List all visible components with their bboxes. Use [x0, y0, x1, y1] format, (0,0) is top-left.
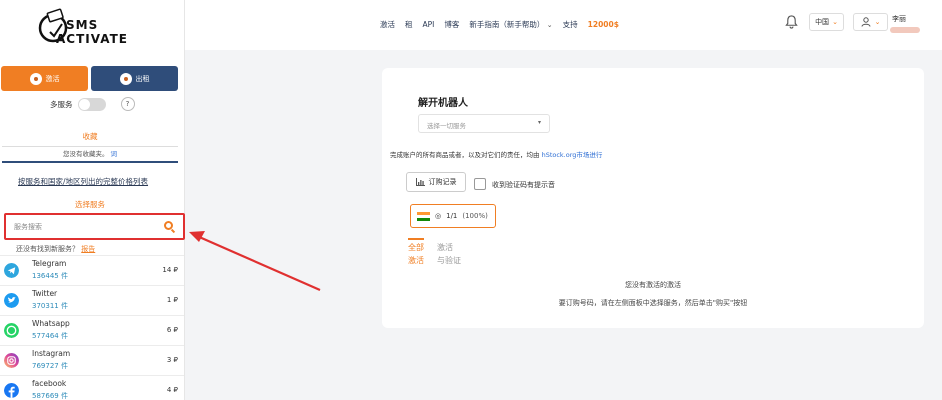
nav-item-rent[interactable]: 租 — [405, 19, 413, 30]
rent-mode-label: 出租 — [135, 74, 150, 83]
help-icon[interactable]: ? — [120, 97, 135, 111]
disclaimer-text: 完成账户的所有商品或者，以及对它们的责任，均由 — [390, 151, 542, 159]
service-count: 769727 件 — [32, 362, 68, 370]
active-percent: (100%) — [462, 212, 488, 220]
service-name: facebook — [32, 379, 67, 388]
user-icon — [861, 17, 871, 27]
nav-item-guide[interactable]: 新手指南（新手帮助） ⌄ — [469, 19, 552, 30]
avatar-icon — [119, 72, 132, 85]
telegram-icon — [4, 263, 19, 278]
tab-all-label-2: 激活 — [408, 256, 424, 265]
language-label: 中国 — [815, 18, 830, 26]
chart-icon — [415, 178, 425, 186]
activate-mode-button[interactable]: 激活 — [1, 66, 88, 91]
active-count: 1/1 — [446, 212, 458, 220]
service-name: Telegram — [32, 259, 67, 268]
sound-notification-checkbox[interactable] — [474, 178, 486, 190]
service-price: 6 ₽ — [166, 326, 178, 334]
bell-icon[interactable] — [785, 15, 798, 29]
logo-text-activate: ACTIVATE — [56, 32, 128, 46]
nav-item-activate[interactable]: 激活 — [380, 19, 395, 30]
instagram-icon — [4, 353, 19, 368]
language-selector[interactable]: 中国 ⌄ — [809, 13, 844, 31]
activate-mode-label: 激活 — [45, 74, 60, 83]
service-name: Instagram — [32, 349, 71, 358]
nav-menu: 激活 租 API 博客 新手指南（新手帮助） ⌄ 支持 12000$ — [380, 19, 619, 30]
disclaimer-note: 完成账户的所有商品或者，以及对它们的责任，均由 hStock.org市场进行 — [390, 149, 602, 159]
logo[interactable]: SMS ACTIVATE — [36, 8, 146, 48]
service-item-telegram[interactable]: Telegram 136445 件 14 ₽ — [0, 255, 184, 285]
user-menu-button[interactable]: ⌄ — [853, 13, 888, 31]
chevron-down-icon: ⌄ — [546, 21, 553, 29]
nav-item-support[interactable]: 支持 — [563, 19, 578, 30]
balance-display[interactable]: 12000$ — [588, 20, 619, 29]
service-price: 4 ₽ — [166, 386, 178, 394]
dropdown-placeholder: 选择一切服务 — [427, 122, 466, 130]
service-count: 370311 件 — [32, 302, 68, 310]
chevron-down-icon: ⌄ — [874, 18, 881, 26]
facebook-icon — [4, 383, 19, 398]
service-item-facebook[interactable]: facebook 587669 件 4 ₽ — [0, 375, 184, 400]
sound-notification-label: 收到验证码有提示音 — [492, 181, 555, 189]
service-count: 136445 件 — [32, 272, 68, 280]
favorites-title: 收藏 — [82, 132, 98, 141]
favorites-link[interactable]: 词 — [111, 150, 118, 158]
service-search-input[interactable]: 服务搜索 — [4, 213, 185, 240]
tab-other-label-2: 与验证 — [437, 256, 461, 265]
nav-item-api[interactable]: API — [423, 20, 435, 29]
page-title: 解开机器人 — [418, 98, 468, 109]
india-flag-icon — [417, 211, 430, 221]
search-placeholder: 服务搜索 — [14, 223, 42, 231]
tab-other-label-1: 激活 — [437, 243, 453, 252]
at-icon: ◎ — [435, 212, 442, 220]
not-found-row: 还没有找到新服务？ 报告 — [16, 244, 95, 254]
annotation-arrow-icon — [189, 231, 321, 292]
chevron-down-icon: ▾ — [537, 119, 541, 126]
favorites-empty-text: 您没有收藏夹。 — [62, 150, 109, 158]
report-link[interactable]: 报告 — [81, 245, 95, 253]
order-history-button[interactable]: 订购记录 — [406, 172, 466, 192]
rent-mode-button[interactable]: 出租 — [91, 66, 178, 91]
favorites-box: 您没有收藏夹。 词 — [2, 146, 178, 163]
chevron-down-icon: ⌄ — [832, 18, 838, 26]
not-found-text: 还没有找到新服务？ — [16, 245, 79, 253]
tab-activation-verification[interactable]: 激活 与验证 — [437, 238, 461, 267]
service-dropdown[interactable]: 选择一切服务 ▾ — [418, 114, 550, 133]
user-id-blurred — [890, 27, 920, 33]
order-history-label: 订购记录 — [428, 178, 457, 186]
service-item-whatsapp[interactable]: Whatsapp 577464 件 6 ₽ — [0, 315, 184, 345]
service-name: Twitter — [32, 289, 58, 298]
multi-service-toggle[interactable] — [77, 97, 106, 111]
sidebar: SMS ACTIVATE 激活 出租 多服务 ? 收藏 您没有收藏夹。 词 按服… — [0, 0, 185, 400]
select-service-title: 选择服务 — [75, 200, 105, 209]
top-navigation: 激活 租 API 博客 新手指南（新手帮助） ⌄ 支持 12000$ 中国 ⌄ … — [185, 0, 942, 50]
price-list-link[interactable]: 按服务和国家/地区列出的完整价格列表 — [18, 176, 148, 187]
service-count: 577464 件 — [32, 332, 68, 340]
tab-all-activations[interactable]: 全部 激活 — [408, 238, 424, 267]
service-price: 3 ₽ — [166, 356, 178, 364]
user-name: 李丽 — [892, 15, 906, 23]
service-name: Whatsapp — [32, 319, 70, 328]
empty-state-hint: 要订购号码，请在左侧面板中选择服务，然后单击"购买"按钮 — [558, 299, 748, 307]
disclaimer-link[interactable]: hStock.org市场进行 — [542, 151, 603, 159]
service-price: 14 ₽ — [162, 266, 178, 274]
nav-item-guide-label: 新手指南（新手帮助） — [469, 20, 545, 29]
multi-service-row: 多服务 ? — [50, 97, 135, 111]
country-filter-chip[interactable]: ◎ 1/1 (100%) — [410, 204, 496, 228]
service-count: 587669 件 — [32, 392, 68, 400]
nav-item-blog[interactable]: 博客 — [444, 19, 459, 30]
search-icon[interactable] — [164, 221, 173, 230]
empty-state-title: 您没有激活的激活 — [625, 281, 681, 289]
main-card: 解开机器人 选择一切服务 ▾ 完成账户的所有商品或者，以及对它们的责任，均由 h… — [382, 68, 924, 328]
logo-text-sms: SMS — [66, 18, 99, 32]
twitter-icon — [4, 293, 19, 308]
service-item-instagram[interactable]: Instagram 769727 件 3 ₽ — [0, 345, 184, 375]
tab-all-label-1: 全部 — [408, 243, 424, 252]
service-item-twitter[interactable]: Twitter 370311 件 1 ₽ — [0, 285, 184, 315]
avatar-icon — [29, 72, 42, 85]
whatsapp-icon — [4, 323, 19, 338]
multi-service-label: 多服务 — [50, 99, 73, 109]
service-price: 1 ₽ — [166, 296, 178, 304]
